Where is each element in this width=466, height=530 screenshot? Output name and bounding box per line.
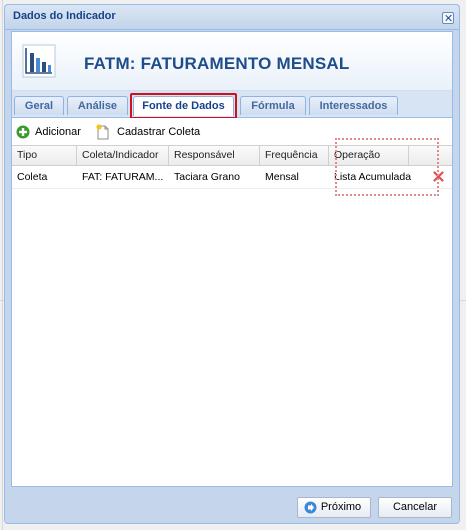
bar-chart-icon xyxy=(22,44,56,78)
dialog-body: FATM: FATURAMENTO MENSAL Geral Análise F… xyxy=(11,31,453,487)
background-line xyxy=(2,0,3,530)
register-collection-button[interactable]: Cadastrar Coleta xyxy=(96,124,206,140)
arrow-right-icon xyxy=(304,501,317,514)
tab-analise[interactable]: Análise xyxy=(67,96,128,115)
tab-geral[interactable]: Geral xyxy=(14,96,64,115)
add-icon xyxy=(16,125,30,139)
tab-formula[interactable]: Fórmula xyxy=(240,96,306,115)
cancel-label: Cancelar xyxy=(392,501,438,513)
close-icon[interactable] xyxy=(442,12,454,24)
next-button[interactable]: Próximo xyxy=(297,497,371,518)
column-header-coleta[interactable]: Coleta/Indicador xyxy=(77,146,169,165)
tab-interessados[interactable]: Interessados xyxy=(309,96,398,115)
new-document-icon xyxy=(96,124,109,140)
cell-frequencia: Mensal xyxy=(265,171,299,183)
column-header-frequencia[interactable]: Frequência xyxy=(260,146,329,165)
register-label: Cadastrar Coleta xyxy=(117,126,201,138)
operation-column-highlight xyxy=(335,138,439,196)
cell-tipo: Coleta xyxy=(17,171,48,183)
indicator-header: FATM: FATURAMENTO MENSAL xyxy=(12,32,452,91)
dialog-title: Dados do Indicador xyxy=(13,10,116,22)
dialog-footer: Próximo Cancelar xyxy=(5,489,459,523)
indicator-title: FATM: FATURAMENTO MENSAL xyxy=(84,54,350,73)
column-header-tipo[interactable]: Tipo xyxy=(12,146,77,165)
cell-responsavel: Taciara Grano xyxy=(174,171,240,183)
add-label: Adicionar xyxy=(35,126,81,138)
add-button[interactable]: Adicionar xyxy=(16,124,88,140)
column-header-responsavel[interactable]: Responsável xyxy=(169,146,260,165)
dialog-titlebar[interactable]: Dados do Indicador xyxy=(5,5,459,30)
tab-bar: Geral Análise Fonte de Dados Fórmula Int… xyxy=(12,91,452,119)
cell-coleta: FAT: FATURAM... xyxy=(82,171,164,183)
active-tab-highlight xyxy=(130,93,237,119)
cancel-button[interactable]: Cancelar xyxy=(378,497,452,518)
indicator-dialog: Dados do Indicador FATM: FATURAMENTO MEN… xyxy=(4,4,460,524)
